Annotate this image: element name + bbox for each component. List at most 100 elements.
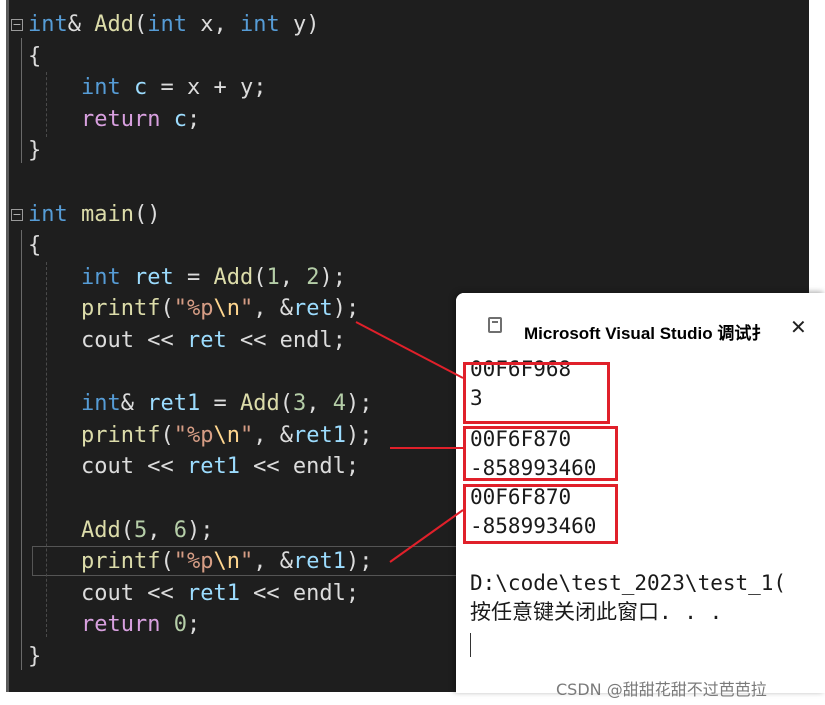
code-token: cout << (28, 580, 187, 606)
code-token: = x + y; (147, 75, 267, 101)
code-token: ret1 (147, 391, 201, 417)
code-line: return 0; (28, 609, 200, 640)
code-token: int (80, 75, 121, 101)
code-token: int (28, 12, 68, 37)
code-token: & (67, 12, 95, 37)
console-titlebar[interactable]: Microsoft Visual Studio 调试扌 ✕ (456, 293, 825, 351)
code-line: } (28, 641, 41, 672)
indent-guide (21, 38, 22, 163)
code-token: int (239, 12, 280, 37)
code-token: ); (345, 391, 373, 417)
annotation-box-ret-output (463, 362, 610, 424)
code-token: cout << (28, 328, 187, 353)
code-token: ret1 (292, 422, 346, 448)
code-line: printf("%p\n", &ret); (28, 293, 359, 324)
code-token: ret1 (186, 580, 240, 606)
code-token: ret (133, 264, 174, 290)
code-token: 1 (266, 264, 280, 290)
code-token: ); (332, 296, 360, 322)
indent-guide (46, 72, 47, 137)
code-token: ret1 (292, 549, 346, 575)
code-token: 4 (332, 391, 346, 417)
code-line: int main() (28, 199, 160, 230)
code-token: , (306, 391, 333, 417)
code-token: return (80, 612, 161, 638)
code-token: 0 (173, 612, 187, 638)
code-token: ( (160, 296, 174, 322)
code-token: ( (160, 422, 174, 448)
code-token: printf (80, 422, 161, 448)
code-token: Add (80, 517, 121, 543)
console-window-title: Microsoft Visual Studio 调试扌 (524, 324, 769, 343)
code-token: ); (345, 549, 373, 575)
code-token: printf (80, 296, 161, 322)
code-line: int c = x + y; (28, 72, 266, 103)
code-token: , & (253, 296, 293, 322)
code-line: { (28, 41, 41, 72)
code-line: Add(5, 6); (28, 515, 214, 546)
indent-guide (21, 230, 22, 670)
code-token: c (133, 75, 148, 101)
code-line: { (28, 230, 41, 261)
code-token: "%p (173, 296, 214, 322)
editor-gutter-bar (6, 0, 9, 692)
code-line: cout << ret << endl; (28, 325, 346, 356)
code-token: << endl; (226, 328, 346, 353)
code-token: \n (213, 296, 240, 322)
code-token: x, (187, 12, 240, 37)
code-token: ret (292, 296, 333, 322)
code-token: << endl; (239, 454, 360, 480)
code-token: } (28, 644, 42, 669)
code-token: ret (186, 328, 227, 353)
code-token: , & (253, 549, 293, 575)
code-token: int (80, 391, 121, 417)
code-token: ( (134, 12, 148, 37)
code-token: int (147, 12, 187, 37)
terminal-app-icon (488, 317, 502, 333)
code-token: ); (319, 264, 346, 290)
code-token: ret1 (186, 454, 240, 480)
close-icon[interactable]: ✕ (790, 317, 807, 337)
code-token: "%p (173, 422, 214, 448)
code-token: () (133, 201, 161, 227)
code-token: { (28, 43, 42, 69)
code-line: return c; (28, 104, 200, 135)
code-token: 5 (133, 517, 148, 543)
code-token: " (239, 422, 254, 448)
code-token: { (28, 233, 42, 259)
code-line: int& ret1 = Add(3, 4); (28, 388, 372, 419)
indent-guide (46, 262, 47, 637)
code-line: } (28, 135, 41, 166)
console-output-line: D:\code\test_2023\test_1( (470, 571, 787, 595)
annotation-box-ret1-after-add-output (463, 484, 618, 544)
code-token: main (81, 201, 134, 227)
code-token: cout << (28, 454, 187, 480)
code-token: ( (160, 549, 174, 575)
code-token: \n (213, 549, 240, 575)
code-token: , (279, 264, 307, 290)
code-token: } (28, 138, 42, 164)
code-token: c (173, 106, 187, 132)
console-text-cursor (470, 633, 471, 657)
collapse-icon[interactable]: − (11, 19, 23, 31)
collapse-icon[interactable]: − (11, 208, 23, 221)
code-token: ); (186, 517, 214, 543)
code-line: int ret = Add(1, 2); (28, 262, 346, 293)
csdn-watermark: CSDN @甜甜花甜不过芭芭拉 (556, 680, 767, 699)
code-token: , (147, 517, 174, 543)
code-token: << endl; (239, 580, 360, 606)
code-token: Add (94, 12, 134, 37)
console-output-line: 按任意键关闭此窗口. . . (470, 600, 723, 624)
code-token: & (120, 391, 148, 417)
code-token: "%p (173, 549, 214, 575)
code-line: printf("%p\n", &ret1); (28, 546, 372, 577)
